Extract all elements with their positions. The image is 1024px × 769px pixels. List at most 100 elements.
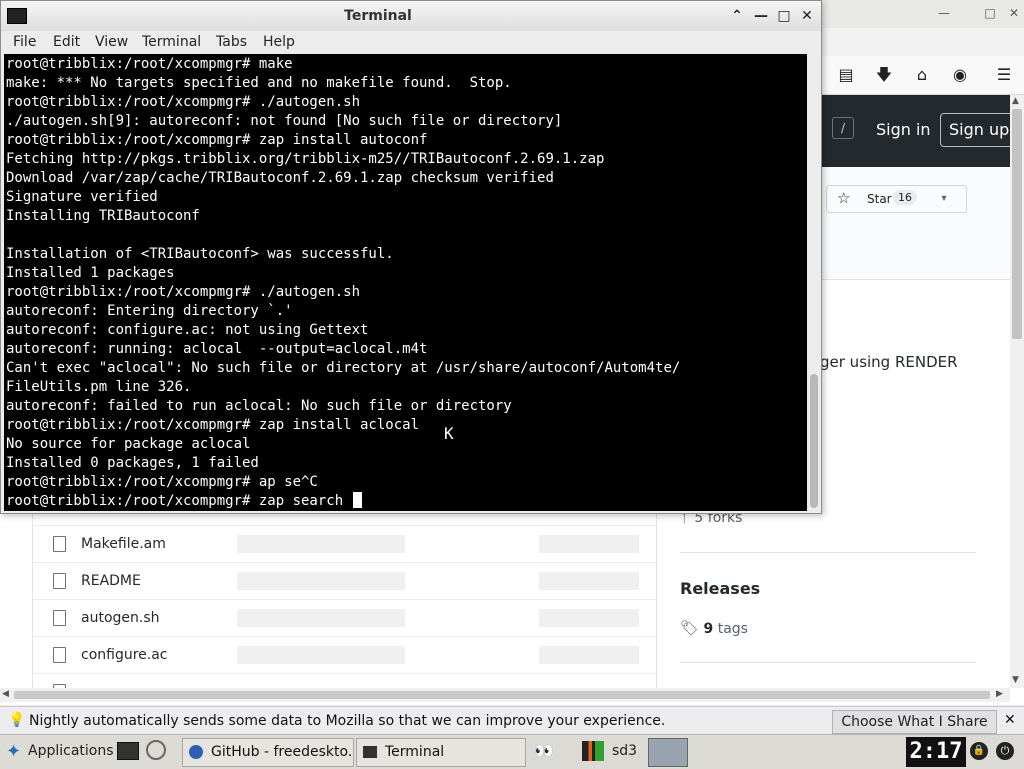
page-vertical-scrollbar[interactable]: ▲ ▼ (1010, 95, 1024, 688)
tags-count: 9 (703, 621, 714, 637)
menu-terminal[interactable]: Terminal (142, 34, 201, 50)
firefox-icon (189, 745, 203, 759)
scroll-down-arrow-icon[interactable]: ▼ (1012, 675, 1019, 685)
menu-file[interactable]: File (13, 34, 36, 50)
tags-link[interactable]: 🏷 9 tags (680, 619, 748, 637)
maximize-icon[interactable]: □ (981, 4, 999, 22)
file-name[interactable]: autogen.sh (81, 610, 160, 626)
choose-what-i-share-button[interactable]: Choose What I Share (832, 710, 997, 734)
workspace-label[interactable]: sd3 (612, 743, 637, 759)
close-icon[interactable]: ✕ (1004, 712, 1016, 728)
star-label: Star (867, 192, 892, 206)
terminal-titlebar[interactable]: Terminal ⌃ — □ ✕ (1, 1, 821, 32)
power-icon[interactable]: ⏻ (996, 742, 1014, 760)
terminal-line: Installing TRIBautoconf (6, 208, 200, 224)
maximize-icon[interactable]: □ (775, 7, 793, 25)
workspace-pager[interactable] (648, 738, 688, 767)
prompt-text: root@tribblix:/root/xcompmgr# zap search (6, 493, 352, 509)
hamburger-menu-icon[interactable]: ☰ (994, 65, 1014, 85)
sign-up-label: Sign up (949, 120, 1010, 139)
minimize-icon[interactable]: — (752, 7, 770, 25)
taskbar: ✦ Applications GitHub - freedeskto... Te… (0, 734, 1024, 769)
lock-icon[interactable]: 🔒 (970, 742, 988, 760)
reader-view-icon[interactable]: ▤ (836, 65, 856, 85)
releases-heading[interactable]: Releases (680, 579, 760, 598)
terminal-line: FileUtils.pm line 326. (6, 379, 192, 395)
eyes-icon: 👀 (534, 741, 554, 760)
shade-up-icon[interactable]: ⌃ (728, 7, 746, 25)
star-count: 16 (893, 190, 917, 205)
minimize-icon[interactable]: — (935, 4, 953, 22)
terminal-line: No source for package aclocal (6, 436, 251, 452)
pocket-icon[interactable]: ◉ (950, 65, 970, 85)
star-button[interactable]: ☆ Star 16 (826, 185, 924, 213)
commit-placeholder (237, 535, 405, 553)
menu-tabs[interactable]: Tabs (216, 34, 247, 50)
file-icon (53, 536, 66, 552)
scroll-right-arrow-icon[interactable]: ▶ (996, 689, 1003, 699)
cpu-graph-icon (582, 741, 604, 761)
terminal-lines: root@tribblix:/root/xcompmgr# make make: … (6, 55, 680, 511)
search-shortcut[interactable]: / (832, 117, 854, 139)
terminal-prompt-line[interactable]: root@tribblix:/root/xcompmgr# zap search (6, 492, 680, 511)
terminal-line: autoreconf: running: aclocal --output=ac… (6, 341, 428, 357)
info-icon: 💡 (8, 712, 26, 728)
taskbar-item-github[interactable]: GitHub - freedeskto... (182, 738, 354, 767)
text-cursor-icon: K (444, 424, 454, 443)
browser-launcher-icon[interactable] (146, 740, 166, 760)
file-row[interactable]: autogen.sh (33, 599, 656, 637)
menu-help[interactable]: Help (263, 34, 295, 50)
file-row[interactable]: configure.ac (33, 636, 656, 674)
sidebar-divider (680, 552, 976, 553)
file-row[interactable]: README (33, 562, 656, 600)
scrollbar-thumb[interactable] (1012, 109, 1022, 339)
tag-icon: 🏷 (680, 619, 700, 637)
date-placeholder (539, 609, 639, 627)
scrollbar-thumb[interactable] (14, 691, 990, 699)
tags-label: tags (717, 621, 748, 637)
file-icon (53, 610, 66, 626)
terminal-line: root@tribblix:/root/xcompmgr# ./autogen.… (6, 94, 361, 110)
notification-bar: 💡 Nightly automatically sends some data … (0, 706, 1024, 735)
taskbar-item-label: GitHub - freedeskto... (211, 744, 354, 760)
scroll-up-arrow-icon[interactable]: ▲ (1012, 96, 1019, 106)
terminal-line: root@tribblix:/root/xcompmgr# ./autogen.… (6, 284, 361, 300)
terminal-line: ./autogen.sh[9]: autoreconf: not found [… (6, 113, 563, 129)
clock[interactable]: 2:17 (906, 737, 966, 767)
home-icon[interactable]: ⌂ (912, 65, 932, 85)
chevron-down-icon[interactable]: ▾ (922, 185, 967, 213)
file-row[interactable]: Makefile.am (33, 525, 656, 563)
page-horizontal-scrollbar[interactable]: ◀ ▶ (0, 688, 1010, 702)
close-icon[interactable]: ✕ (798, 7, 816, 25)
terminal-icon (363, 746, 377, 758)
close-icon[interactable]: ✕ (1005, 4, 1023, 22)
taskbar-item-terminal[interactable]: Terminal (356, 738, 526, 767)
terminal-scrollbar[interactable] (807, 54, 821, 511)
terminal-line: make: *** No targets specified and no ma… (6, 75, 512, 91)
download-icon[interactable]: 🡇 (874, 65, 894, 85)
star-icon: ☆ (837, 189, 851, 207)
file-name[interactable]: README (81, 573, 141, 589)
terminal-line: Download /var/zap/cache/TRIBautoconf.2.6… (6, 170, 554, 186)
terminal-line: autoreconf: Entering directory `.' (6, 303, 293, 319)
terminal-line: autoreconf: configure.ac: not using Gett… (6, 322, 369, 338)
terminal-line: Can't exec "aclocal": No such file or di… (6, 360, 681, 376)
terminal-line: root@tribblix:/root/xcompmgr# zap instal… (6, 417, 420, 433)
taskbar-item-label: Terminal (385, 744, 445, 760)
file-name[interactable]: configure.ac (81, 647, 168, 663)
menu-edit[interactable]: Edit (53, 34, 80, 50)
commit-placeholder (237, 646, 405, 664)
terminal-cursor (352, 492, 362, 508)
window-title: Terminal (344, 8, 412, 24)
scroll-left-arrow-icon[interactable]: ◀ (2, 689, 9, 699)
commit-placeholder (237, 609, 405, 627)
menu-view[interactable]: View (95, 34, 128, 50)
date-placeholder (539, 646, 639, 664)
file-name[interactable]: Makefile.am (81, 536, 166, 552)
file-icon (53, 573, 66, 589)
scrollbar-thumb[interactable] (810, 374, 818, 508)
terminal-launcher-icon[interactable] (117, 742, 139, 760)
terminal-output[interactable]: root@tribblix:/root/xcompmgr# make make: … (4, 54, 807, 511)
terminal-line: root@tribblix:/root/xcompmgr# make (6, 56, 293, 72)
